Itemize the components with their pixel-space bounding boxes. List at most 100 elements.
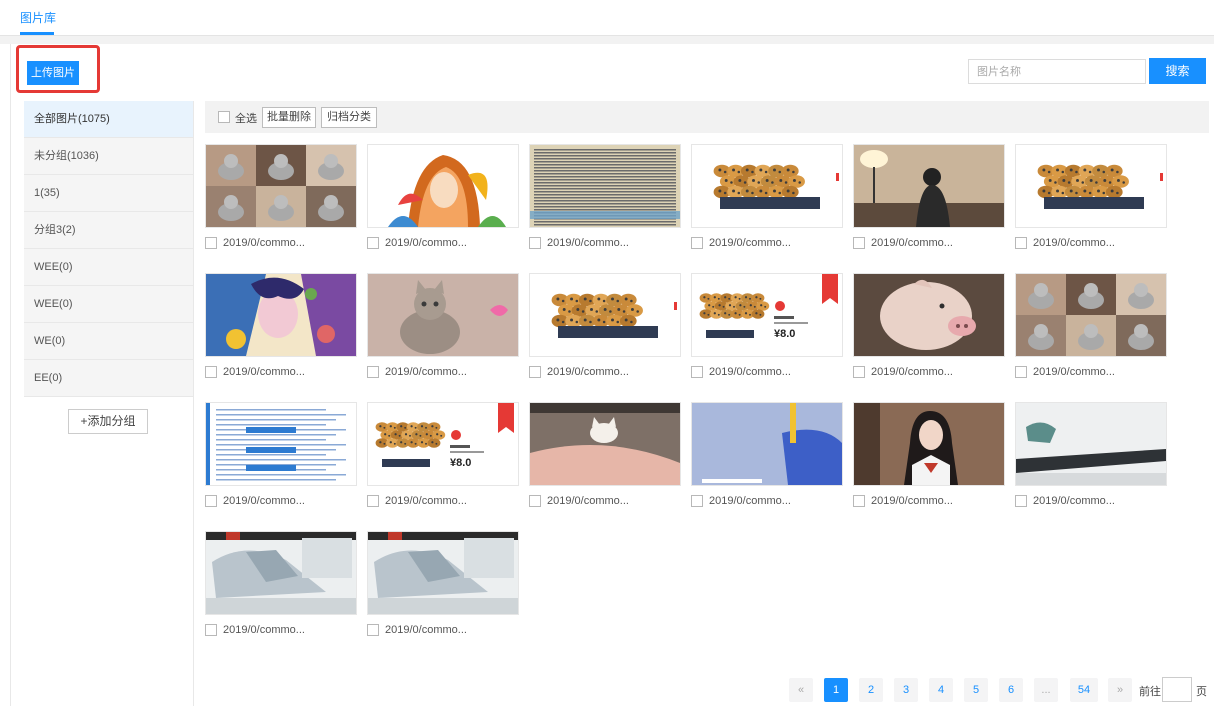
image-card[interactable]: 2019/0/commo... [1015, 144, 1167, 254]
tab-image-library[interactable]: 图片库 [20, 9, 56, 26]
image-select-checkbox[interactable] [1015, 365, 1027, 378]
image-caption-row: 2019/0/commo... [367, 235, 467, 249]
image-card[interactable]: 2019/0/commo... [853, 144, 1005, 254]
image-select-checkbox[interactable] [853, 494, 865, 507]
page-number-button[interactable]: 5 [964, 678, 988, 702]
page-number-button[interactable]: 2 [859, 678, 883, 702]
next-page-button[interactable]: » [1108, 678, 1132, 702]
image-thumbnail[interactable] [853, 144, 1005, 228]
image-filename: 2019/0/commo... [1033, 494, 1115, 507]
select-all-label: 全选 [235, 113, 257, 125]
image-select-checkbox[interactable] [529, 365, 541, 378]
page-number-button[interactable]: 6 [999, 678, 1023, 702]
goto-page-input[interactable] [1162, 677, 1192, 702]
image-thumbnail[interactable] [1015, 273, 1167, 357]
image-thumbnail[interactable] [529, 402, 681, 486]
image-select-checkbox[interactable] [367, 623, 379, 636]
image-select-checkbox[interactable] [853, 236, 865, 249]
image-card[interactable]: 2019/0/commo... [367, 273, 519, 383]
image-thumbnail[interactable] [205, 273, 357, 357]
image-caption-row: 2019/0/commo... [853, 364, 953, 378]
page-number-button[interactable]: 54 [1070, 678, 1098, 702]
image-select-checkbox[interactable] [1015, 494, 1027, 507]
image-thumbnail[interactable] [367, 531, 519, 615]
image-select-checkbox[interactable] [529, 494, 541, 507]
image-card[interactable]: 2019/0/commo... [205, 144, 357, 254]
image-select-checkbox[interactable] [367, 494, 379, 507]
image-select-checkbox[interactable] [205, 494, 217, 507]
image-select-checkbox[interactable] [691, 494, 703, 507]
image-thumbnail[interactable] [205, 144, 357, 228]
image-select-checkbox[interactable] [691, 365, 703, 378]
search-input[interactable] [968, 59, 1146, 84]
image-caption-row: 2019/0/commo... [691, 235, 791, 249]
image-select-checkbox[interactable] [205, 623, 217, 636]
image-card[interactable]: 2019/0/commo... [691, 402, 843, 512]
image-thumbnail[interactable] [529, 273, 681, 357]
image-select-checkbox[interactable] [853, 365, 865, 378]
image-filename: 2019/0/commo... [871, 365, 953, 378]
image-card[interactable]: 2019/0/commo... [529, 273, 681, 383]
image-select-checkbox[interactable] [1015, 236, 1027, 249]
image-card[interactable]: 2019/0/commo... [205, 531, 357, 641]
image-thumbnail[interactable] [853, 273, 1005, 357]
sidebar-item-group-3[interactable]: 分组3(2) [24, 212, 193, 249]
sidebar-item-group-1[interactable]: 1(35) [24, 175, 193, 212]
image-card[interactable]: 2019/0/commo... [205, 273, 357, 383]
image-card[interactable]: 2019/0/commo... [205, 402, 357, 512]
page-number-button[interactable]: 4 [929, 678, 953, 702]
sidebar-item-ungrouped[interactable]: 未分组(1036) [24, 138, 193, 175]
image-card[interactable]: 2019/0/commo... [367, 144, 519, 254]
select-all-checkbox[interactable] [218, 111, 230, 123]
sidebar-item-wee-2[interactable]: WEE(0) [24, 286, 193, 323]
image-filename: 2019/0/commo... [223, 365, 305, 378]
image-thumbnail[interactable] [853, 402, 1005, 486]
image-thumbnail[interactable] [1015, 402, 1167, 486]
image-select-checkbox[interactable] [205, 365, 217, 378]
image-card[interactable]: ¥8.0 2019/0/commo... [367, 402, 519, 512]
image-thumbnail[interactable]: ¥8.0 [691, 273, 843, 357]
image-select-checkbox[interactable] [529, 236, 541, 249]
sidebar-item-we[interactable]: WE(0) [24, 323, 193, 360]
image-thumbnail[interactable] [205, 531, 357, 615]
search-button[interactable]: 搜索 [1149, 58, 1206, 84]
image-card[interactable]: 2019/0/commo... [367, 531, 519, 641]
prev-page-button[interactable]: « [789, 678, 813, 702]
image-thumbnail[interactable] [691, 402, 843, 486]
image-filename: 2019/0/commo... [871, 494, 953, 507]
image-card[interactable]: 2019/0/commo... [853, 402, 1005, 512]
image-thumbnail[interactable]: ¥8.0 [367, 402, 519, 486]
image-card[interactable]: ¥8.0 2019/0/commo... [691, 273, 843, 383]
sidebar-item-ee[interactable]: EE(0) [24, 360, 193, 397]
sidebar-item-all[interactable]: 全部图片(1075) [24, 101, 193, 138]
page-number-button[interactable]: 3 [894, 678, 918, 702]
image-thumbnail[interactable] [367, 273, 519, 357]
batch-delete-button[interactable]: 批量删除 [262, 107, 316, 128]
image-card[interactable]: 2019/0/commo... [691, 144, 843, 254]
image-caption-row: 2019/0/commo... [205, 622, 305, 636]
image-thumbnail[interactable] [1015, 144, 1167, 228]
image-thumbnail[interactable] [367, 144, 519, 228]
image-caption-row: 2019/0/commo... [691, 493, 791, 507]
sidebar-item-wee[interactable]: WEE(0) [24, 249, 193, 286]
image-card[interactable]: 2019/0/commo... [853, 273, 1005, 383]
image-caption-row: 2019/0/commo... [205, 235, 305, 249]
page-number-button[interactable]: 1 [824, 678, 848, 702]
image-card[interactable]: 2019/0/commo... [1015, 273, 1167, 383]
image-card[interactable]: 2019/0/commo... [529, 402, 681, 512]
add-group-button[interactable]: +添加分组 [68, 409, 148, 434]
upload-image-button[interactable]: 上传图片 [27, 61, 79, 85]
archive-category-button[interactable]: 归档分类 [321, 107, 377, 128]
top-bar: 图片库 [0, 0, 1214, 36]
page-ellipsis[interactable]: ... [1034, 678, 1058, 702]
image-thumbnail[interactable] [529, 144, 681, 228]
image-select-checkbox[interactable] [691, 236, 703, 249]
image-card[interactable]: 2019/0/commo... [1015, 402, 1167, 512]
image-select-checkbox[interactable] [367, 236, 379, 249]
image-select-checkbox[interactable] [205, 236, 217, 249]
image-thumbnail[interactable] [691, 144, 843, 228]
image-select-checkbox[interactable] [367, 365, 379, 378]
image-thumbnail[interactable] [205, 402, 357, 486]
image-card[interactable]: 2019/0/commo... [529, 144, 681, 254]
image-filename: 2019/0/commo... [223, 236, 305, 249]
